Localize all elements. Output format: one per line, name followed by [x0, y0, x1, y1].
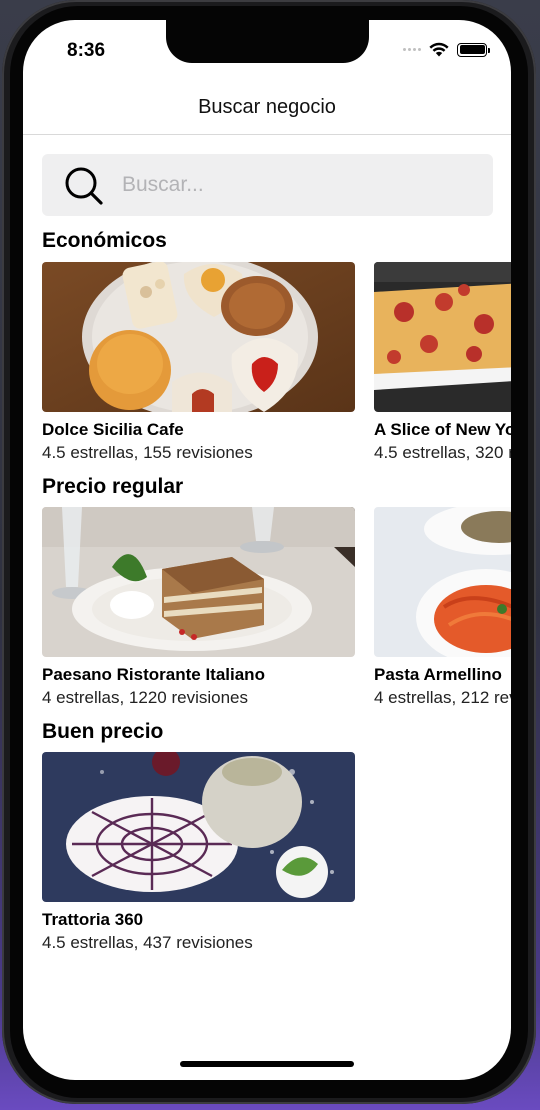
business-rating: 4 estrellas, 1220 revisiones: [42, 688, 249, 707]
status-time: 8:36: [67, 40, 106, 61]
business-card[interactable]: Paesano Ristorante Italiano 4 estrellas,…: [42, 507, 355, 708]
nav-divider: [23, 134, 511, 135]
business-card[interactable]: A Slice of New York 4.5 estrellas, 320 r…: [374, 262, 511, 463]
page-title: Buscar negocio: [198, 96, 336, 118]
business-rating: 4.5 estrellas, 155 revisiones: [42, 443, 253, 462]
business-card[interactable]: Trattoria 360 4.5 estrellas, 437 revisio…: [42, 752, 355, 953]
business-card[interactable]: Dolce Sicilia Cafe 4.5 estrellas, 155 re…: [42, 262, 355, 463]
notch: [166, 20, 369, 63]
business-photo-pastries: [42, 262, 355, 412]
business-card[interactable]: Pasta Armellino 4 estrellas, 212 revisio…: [374, 507, 511, 708]
business-name: Paesano Ristorante Italiano: [42, 665, 265, 684]
wifi-icon: [429, 42, 449, 57]
business-rating: 4.5 estrellas, 437 revisiones: [42, 933, 253, 952]
business-name: Trattoria 360: [42, 910, 144, 929]
business-name: Dolce Sicilia Cafe: [42, 420, 184, 439]
business-photo-panna-cotta: [42, 752, 355, 902]
business-rating: 4 estrellas, 212 revisiones: [374, 688, 511, 707]
cellular-signal-icon: [403, 48, 421, 51]
section-title-buen-precio: Buen precio: [42, 720, 164, 743]
app-screen: 8:36 Buscar negocio Económicos: [23, 20, 511, 1080]
business-photo-tiramisu: [42, 507, 355, 657]
section-title-economicos: Económicos: [42, 229, 167, 252]
business-rating: 4.5 estrellas, 320 revisiones: [374, 443, 511, 462]
search-input[interactable]: [122, 168, 462, 202]
search-bar[interactable]: [42, 154, 493, 216]
home-indicator[interactable]: [180, 1061, 354, 1067]
business-photo-pasta: [374, 507, 511, 657]
section-title-precio-regular: Precio regular: [42, 475, 184, 498]
status-indicators: [403, 42, 490, 57]
business-photo-pizza: [374, 262, 511, 412]
battery-icon: [457, 42, 490, 57]
business-name: A Slice of New York: [374, 420, 511, 439]
business-name: Pasta Armellino: [374, 665, 502, 684]
search-icon: [65, 167, 103, 205]
